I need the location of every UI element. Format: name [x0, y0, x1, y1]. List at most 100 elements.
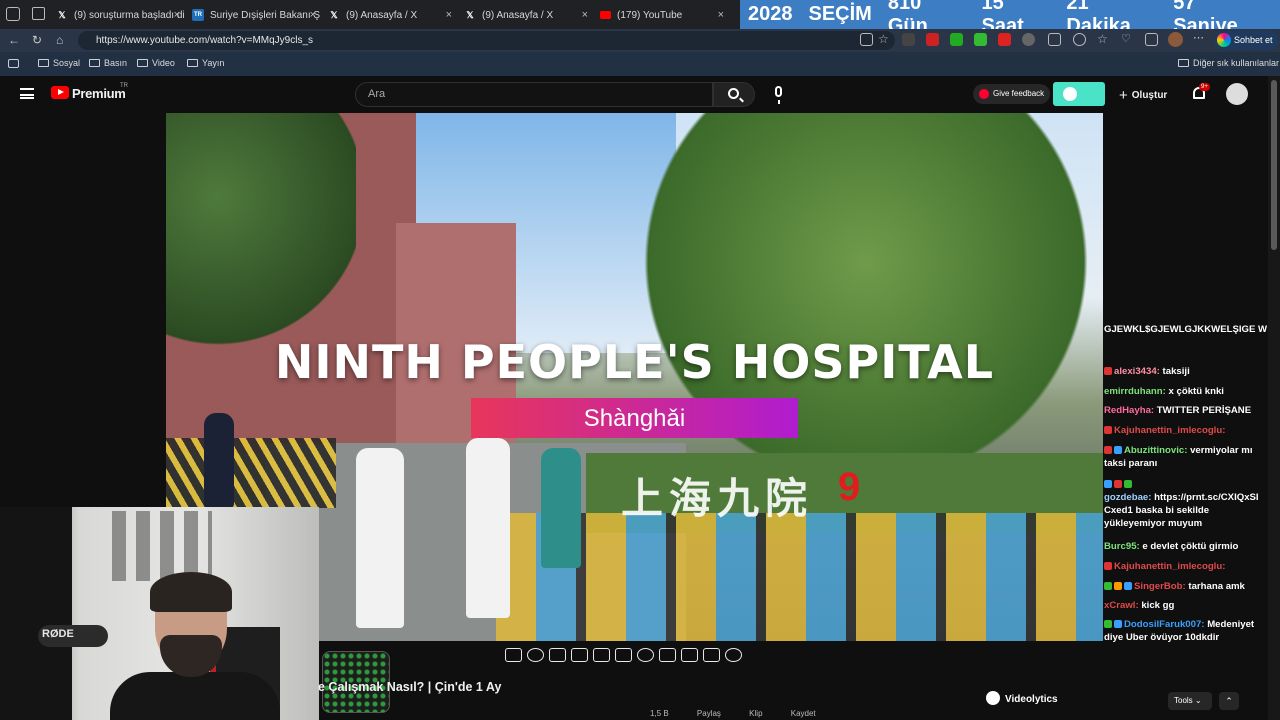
give-feedback-button[interactable]: Give feedback	[973, 84, 1051, 104]
extension-icon[interactable]	[902, 33, 915, 46]
chat-badge-icon	[1104, 582, 1112, 590]
split-screen-icon[interactable]	[860, 33, 873, 46]
page-scrollbar[interactable]	[1268, 76, 1280, 720]
sidebar-icon[interactable]	[1048, 33, 1061, 46]
other-bookmarks[interactable]: Diğer sık kullanılanlar	[1178, 58, 1279, 68]
browser-tab[interactable]: TR Suriye Dışişleri Bakanı Şeyba ×	[192, 3, 320, 27]
reload-icon[interactable]: ↻	[32, 33, 42, 47]
clip-button[interactable]: Klip	[749, 709, 762, 718]
tools-dropdown[interactable]: Tools ⌄	[1168, 692, 1212, 710]
chat-text: tarhana amk	[1188, 581, 1245, 592]
like-count[interactable]: 1,5 B	[650, 709, 669, 718]
youtube-brand[interactable]: Premium	[72, 86, 126, 101]
favorite-star-icon[interactable]: ☆	[878, 33, 891, 46]
loop-icon[interactable]	[505, 648, 522, 662]
workspaces-icon[interactable]	[32, 7, 45, 20]
save-button[interactable]: Kaydet	[791, 709, 816, 718]
extension-icon[interactable]	[998, 33, 1011, 46]
chat-badge-icon	[1104, 426, 1112, 434]
profile-avatar-icon[interactable]	[1168, 32, 1183, 47]
bookmark-folder[interactable]: Video	[137, 58, 175, 68]
notification-count-badge: 9+	[1199, 83, 1210, 91]
chat-username: gozdebae:	[1104, 492, 1152, 503]
chat-text: taksiji	[1162, 366, 1190, 377]
extension-icon[interactable]	[926, 33, 939, 46]
videolytics-panel-title[interactable]: Videolytics	[986, 691, 1058, 705]
film-icon[interactable]	[571, 648, 588, 662]
microphone-brand: RØDE	[42, 628, 74, 640]
create-button[interactable]: + Oluştur	[1119, 87, 1167, 104]
youtube-icon	[600, 11, 611, 19]
tab-title: (179) YouTube	[617, 9, 683, 21]
share-button[interactable]: Paylaş	[697, 709, 721, 718]
tab-actions-icon[interactable]	[6, 7, 20, 21]
x-logo-icon: 𝕏	[466, 9, 474, 20]
account-avatar[interactable]	[1226, 83, 1248, 105]
tab-title: (9) soruşturma başladı diye	[74, 9, 184, 21]
feedback-label: Give feedback	[993, 89, 1045, 98]
cinema-mode-icon[interactable]	[615, 648, 632, 662]
extension-toggle-button[interactable]	[1053, 82, 1105, 106]
voice-search-icon[interactable]	[775, 86, 782, 104]
bookmark-label: Basın	[104, 58, 128, 68]
home-icon[interactable]: ⌂	[56, 33, 63, 47]
tab-title: Suriye Dışişleri Bakanı Şeyba	[210, 9, 320, 21]
webcam-wall-frames	[112, 511, 212, 581]
chat-badge-icon	[1104, 367, 1112, 375]
video-overlay-title: NINTH PEOPLE'S HOSPITAL	[274, 335, 995, 389]
create-label: Oluştur	[1131, 90, 1168, 101]
chat-message: Burc95: e devlet çöktü girmio	[1104, 540, 1268, 553]
region-code: TR	[120, 83, 128, 89]
menu-icon[interactable]	[20, 88, 34, 99]
youtube-logo-icon[interactable]	[51, 86, 69, 99]
streamer-hair	[150, 572, 232, 612]
add-icon[interactable]	[659, 648, 676, 662]
search-button[interactable]	[713, 82, 755, 107]
chat-badge-icon	[1114, 480, 1122, 488]
favorites-icon[interactable]: ☆	[1097, 33, 1110, 46]
plus-icon: +	[1119, 87, 1128, 104]
collections-icon[interactable]	[1145, 33, 1158, 46]
video-guard	[204, 413, 234, 508]
search-placeholder: Ara	[368, 88, 386, 100]
bookmark-folder[interactable]: Basın	[89, 58, 127, 68]
extension-icon[interactable]	[974, 33, 987, 46]
tab-close-icon[interactable]: ×	[174, 9, 180, 21]
collapse-panel-button[interactable]: ⌃	[1219, 692, 1239, 710]
chat-username: SingerBob:	[1134, 581, 1186, 592]
url-input[interactable]: https://www.youtube.com/watch?v=MMqJy9cl…	[78, 31, 895, 50]
tab-close-icon[interactable]: ×	[582, 9, 588, 21]
camera-icon[interactable]	[681, 648, 698, 662]
bookmark-folder[interactable]: Yayın	[187, 58, 224, 68]
chat-username: alexi3434:	[1114, 366, 1160, 377]
extension-icon[interactable]	[950, 33, 963, 46]
browser-essentials-icon[interactable]: ♡	[1121, 33, 1134, 46]
browser-tab[interactable]: 𝕏 (9) soruşturma başladı diye ×	[56, 3, 184, 27]
settings-icon[interactable]	[1073, 33, 1086, 46]
broadcast-icon[interactable]	[527, 648, 544, 662]
tab-close-icon[interactable]: ×	[446, 9, 452, 21]
chat-username: emirrduhann:	[1104, 386, 1166, 397]
url-text: https://www.youtube.com/watch?v=MMqJy9cl…	[96, 35, 314, 46]
extension-icon[interactable]	[1022, 33, 1035, 46]
tab-title: (9) Anasayfa / X	[346, 9, 418, 21]
tab-close-icon[interactable]: ×	[310, 9, 316, 21]
tab-close-icon[interactable]: ×	[718, 9, 724, 21]
speed-gauge-icon[interactable]	[637, 648, 654, 662]
flask-icon[interactable]	[703, 648, 720, 662]
scrollbar-thumb[interactable]	[1271, 80, 1277, 250]
folder-icon	[1178, 59, 1189, 67]
bookmark-folder[interactable]: Sosyal	[38, 58, 80, 68]
screenshot-icon[interactable]	[549, 648, 566, 662]
browser-tab-active[interactable]: (179) YouTube ×	[600, 3, 728, 27]
browser-tab[interactable]: 𝕏 (9) Anasayfa / X ×	[328, 3, 456, 27]
picture-in-picture-icon[interactable]	[593, 648, 610, 662]
chat-message: alexi3434: taksiji	[1104, 365, 1268, 378]
search-input[interactable]: Ara	[355, 82, 713, 107]
browser-tab[interactable]: 𝕏 (9) Anasayfa / X ×	[464, 3, 592, 27]
gear-icon[interactable]	[725, 648, 742, 662]
copilot-chat-button[interactable]: Sohbet et	[1214, 31, 1279, 50]
reading-list-icon[interactable]	[8, 59, 19, 68]
more-menu-icon[interactable]: ⋯	[1193, 33, 1206, 46]
back-icon[interactable]: ←	[8, 33, 20, 47]
